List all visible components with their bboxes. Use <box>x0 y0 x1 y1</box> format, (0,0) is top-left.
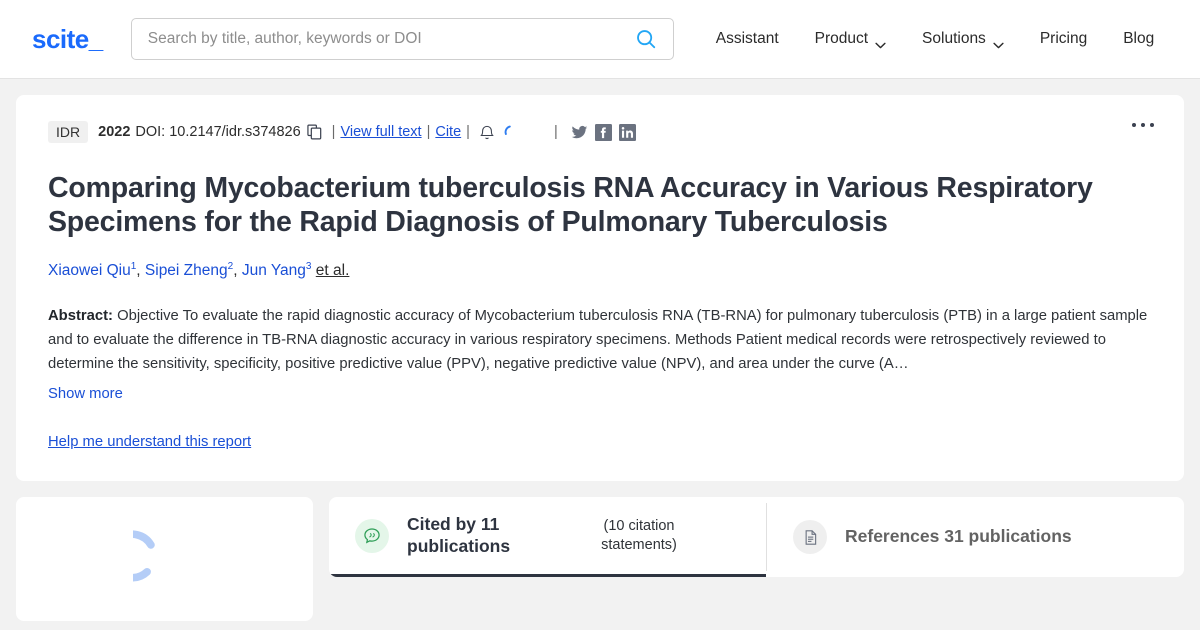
article-card: IDR 2022 DOI: 10.2147/idr.s374826 | View… <box>16 95 1184 482</box>
meta-separator: | <box>426 124 431 140</box>
document-icon <box>793 520 827 555</box>
author-separator: , <box>233 262 242 280</box>
loading-spinner-large <box>106 527 197 591</box>
bottom-section: Cited by 11 publications (10 citation st… <box>16 497 1184 622</box>
sidebar-loading-card <box>16 497 313 622</box>
article-meta: IDR 2022 DOI: 10.2147/idr.s374826 | View… <box>48 119 1152 145</box>
cite-link[interactable]: Cite <box>435 124 461 140</box>
chevron-down-icon <box>875 36 886 48</box>
citation-tabs: Cited by 11 publications (10 citation st… <box>329 497 1184 578</box>
author-list: Xiaowei Qiu1, Sipei Zheng2, Jun Yang3 et… <box>48 261 1152 280</box>
nav-item-product[interactable]: Product <box>797 30 904 48</box>
meta-separator: | <box>466 124 470 140</box>
article-title[interactable]: Comparing Mycobacterium tuberculosis RNA… <box>48 171 1152 240</box>
dot <box>1141 123 1145 127</box>
help-understand-report-link[interactable]: Help me understand this report <box>48 434 251 450</box>
author-link[interactable]: Xiaowei Qiu1 <box>48 261 136 280</box>
view-full-text-link[interactable]: View full text <box>340 124 421 140</box>
nav-label: Pricing <box>1039 30 1088 47</box>
tab-references-label: References 31 publications <box>845 526 1072 547</box>
chevron-down-icon <box>993 36 1004 48</box>
copy-icon[interactable] <box>306 124 322 140</box>
author-link[interactable]: Jun Yang3 <box>241 261 312 280</box>
loading-spinner-small <box>503 124 519 140</box>
search-bar[interactable] <box>130 18 674 60</box>
doi-text: DOI: 10.2147/idr.s374826 <box>135 124 301 140</box>
facebook-icon[interactable] <box>594 123 612 141</box>
social-share-group: | <box>549 123 636 141</box>
twitter-icon[interactable] <box>571 124 588 141</box>
site-header: scite_ Assistant Product Solutions <box>0 0 1200 79</box>
author-name: Xiaowei Qiu <box>48 262 131 280</box>
abstract-text: Abstract: Objective To evaluate the rapi… <box>48 305 1152 377</box>
scite-logo[interactable]: scite_ <box>32 24 103 55</box>
quote-bubble-icon <box>355 518 389 553</box>
more-options-icon[interactable] <box>1132 123 1154 127</box>
author-link[interactable]: Sipei Zheng2 <box>144 261 233 280</box>
author-name: Jun Yang <box>241 262 306 280</box>
main-nav: Assistant Product Solutions Pricing Blog <box>698 30 1173 48</box>
publication-year: 2022 <box>98 124 131 140</box>
search-input[interactable] <box>147 30 635 48</box>
abstract-body: Objective To evaluate the rapid diagnost… <box>48 308 1148 373</box>
tab-cited-by[interactable]: Cited by 11 publications (10 citation st… <box>329 497 766 578</box>
show-more-link[interactable]: Show more <box>48 386 1152 402</box>
nav-label: Solutions <box>922 30 986 47</box>
tab-cited-by-label: Cited by 11 publications <box>407 513 511 556</box>
abstract-label: Abstract: <box>48 308 113 325</box>
nav-item-pricing[interactable]: Pricing <box>1022 30 1105 48</box>
dot <box>1150 123 1154 127</box>
nav-label: Assistant <box>715 30 779 47</box>
dot <box>1132 123 1136 127</box>
nav-item-assistant[interactable]: Assistant <box>698 30 797 48</box>
author-name: Sipei Zheng <box>144 262 228 280</box>
page-body: IDR 2022 DOI: 10.2147/idr.s374826 | View… <box>0 79 1200 630</box>
linkedin-icon[interactable] <box>618 123 636 141</box>
citation-statements-count: (10 citation statements) <box>601 517 677 553</box>
et-al-link[interactable]: et al. <box>316 262 350 279</box>
author-separator: , <box>136 262 145 280</box>
nav-label: Blog <box>1123 30 1155 47</box>
nav-item-solutions[interactable]: Solutions <box>904 30 1022 48</box>
notification-bell-icon[interactable] <box>480 124 494 141</box>
journal-badge[interactable]: IDR <box>48 121 89 143</box>
tab-references[interactable]: References 31 publications <box>767 497 1096 577</box>
nav-label: Product <box>814 30 869 47</box>
search-icon[interactable] <box>635 28 657 50</box>
meta-separator: | <box>553 124 558 140</box>
meta-separator: | <box>331 124 336 140</box>
nav-item-blog[interactable]: Blog <box>1105 30 1172 48</box>
